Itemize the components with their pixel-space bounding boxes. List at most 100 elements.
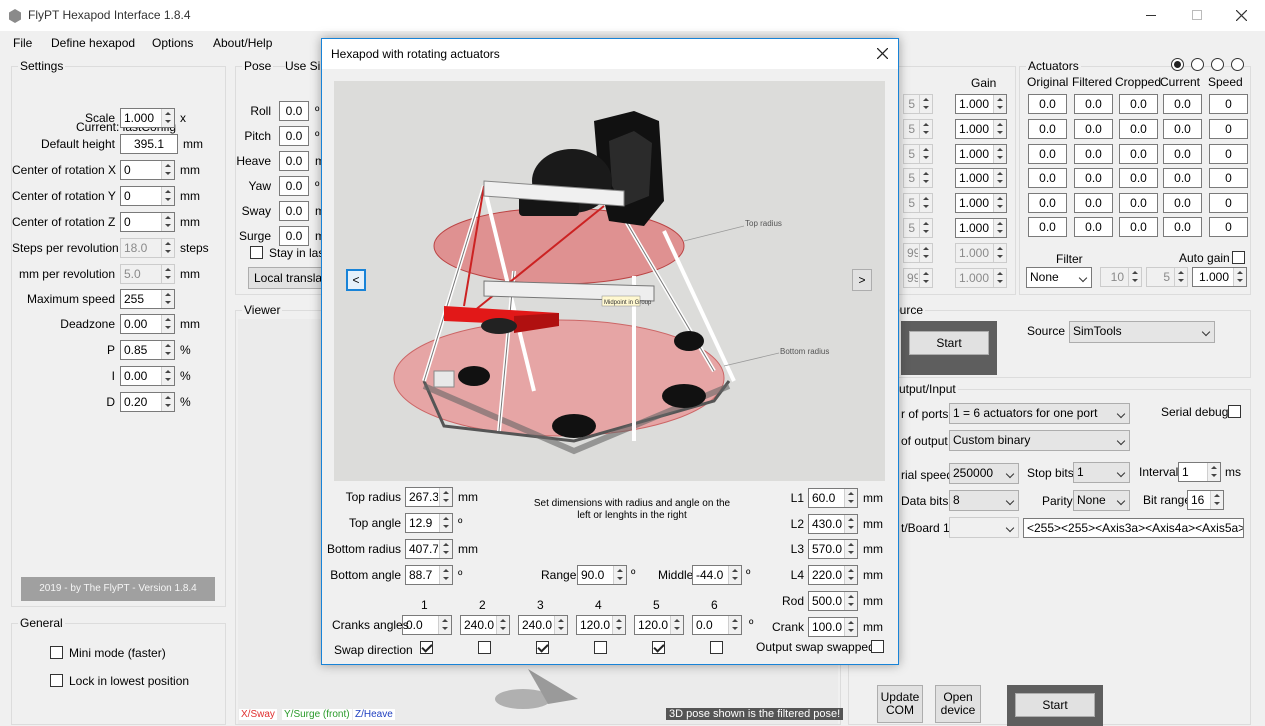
swap-direction-checkbox-6[interactable]: [710, 641, 723, 654]
stop-bits-select[interactable]: 1: [1073, 462, 1130, 483]
spin-arrows-icon[interactable]: [161, 393, 174, 411]
spin-arrows-icon[interactable]: [161, 367, 174, 385]
gain-filter-3[interactable]: 5: [903, 168, 933, 188]
serial-speed-select[interactable]: 250000: [949, 463, 1019, 484]
actuator-1-original[interactable]: 0.0: [1028, 119, 1067, 139]
settings-field-6[interactable]: 5.0: [120, 264, 175, 284]
auto-gain-input[interactable]: 1.000: [1192, 267, 1247, 287]
spin-arrows-icon[interactable]: [844, 566, 857, 584]
auto-gain-checkbox[interactable]: [1232, 251, 1245, 264]
maximize-button[interactable]: [1174, 0, 1220, 31]
settings-field-9[interactable]: 0.85: [120, 340, 175, 360]
spin-arrows-icon[interactable]: [919, 269, 932, 287]
settings-field-8[interactable]: 0.00: [120, 314, 175, 334]
spin-arrows-icon[interactable]: [993, 219, 1006, 237]
output-type-select[interactable]: Custom binary: [949, 430, 1130, 451]
spin-arrows-icon[interactable]: [161, 161, 174, 179]
board-string-input[interactable]: <255><255><Axis3a><Axis4a><Axis5a><Axis: [1023, 518, 1244, 538]
gain-value-1[interactable]: 1.000: [955, 119, 1007, 139]
spin-arrows-icon[interactable]: [161, 239, 174, 257]
dialog-right-field-0[interactable]: 60.0: [808, 488, 858, 508]
spin-arrows-icon[interactable]: [844, 618, 857, 636]
spin-arrows-icon[interactable]: [439, 566, 452, 584]
actuator-5-filtered[interactable]: 0.0: [1074, 217, 1113, 237]
dialog-right-field-1[interactable]: 430.0: [808, 514, 858, 534]
crank-angle-5[interactable]: 120.0: [634, 615, 684, 635]
output-start-button[interactable]: Start: [1015, 693, 1095, 717]
pose-field-0[interactable]: 0.0: [279, 101, 309, 121]
menu-options[interactable]: Options: [152, 36, 193, 50]
gain-value-4[interactable]: 1.000: [955, 193, 1007, 213]
dialog-close-button[interactable]: [867, 39, 898, 69]
spin-arrows-icon[interactable]: [919, 95, 932, 113]
settings-field-11[interactable]: 0.20: [120, 392, 175, 412]
spin-arrows-icon[interactable]: [844, 515, 857, 533]
actuator-3-original[interactable]: 0.0: [1028, 168, 1067, 188]
data-bits-select[interactable]: 8: [949, 490, 1019, 511]
spin-arrows-icon[interactable]: [993, 244, 1006, 262]
dialog-right-field-5[interactable]: 100.0: [808, 617, 858, 637]
actuator-view-radio-3[interactable]: [1211, 58, 1224, 71]
spin-arrows-icon[interactable]: [844, 489, 857, 507]
swap-direction-checkbox-1[interactable]: [420, 641, 433, 654]
settings-field-5[interactable]: 18.0: [120, 238, 175, 258]
actuator-5-speed[interactable]: 0: [1209, 217, 1248, 237]
pose-field-5[interactable]: 0.0: [279, 226, 309, 246]
spin-arrows-icon[interactable]: [993, 169, 1006, 187]
minimize-button[interactable]: [1128, 0, 1174, 31]
pose-field-2[interactable]: 0.0: [279, 151, 309, 171]
dialog-right-field-2[interactable]: 570.0: [808, 539, 858, 559]
settings-field-7[interactable]: 255: [120, 289, 175, 309]
spin-arrows-icon[interactable]: [919, 194, 932, 212]
actuator-4-speed[interactable]: 0: [1209, 193, 1248, 213]
actuator-2-speed[interactable]: 0: [1209, 144, 1248, 164]
swap-direction-checkbox-5[interactable]: [652, 641, 665, 654]
actuator-3-filtered[interactable]: 0.0: [1074, 168, 1113, 188]
update-com-button[interactable]: Update COM: [877, 685, 923, 723]
crank-angle-2[interactable]: 240.0: [460, 615, 510, 635]
actuator-5-current[interactable]: 0.0: [1163, 217, 1202, 237]
pose-field-1[interactable]: 0.0: [279, 126, 309, 146]
spin-arrows-icon[interactable]: [844, 540, 857, 558]
spin-arrows-icon[interactable]: [439, 514, 452, 532]
spin-arrows-icon[interactable]: [993, 95, 1006, 113]
actuator-3-current[interactable]: 0.0: [1163, 168, 1202, 188]
swap-direction-checkbox-3[interactable]: [536, 641, 549, 654]
gain-value-2[interactable]: 1.000: [955, 144, 1007, 164]
gain-value-3[interactable]: 1.000: [955, 168, 1007, 188]
actuator-2-filtered[interactable]: 0.0: [1074, 144, 1113, 164]
settings-field-10[interactable]: 0.00: [120, 366, 175, 386]
stay-in-last-checkbox[interactable]: [250, 246, 263, 259]
ports-select[interactable]: 1 = 6 actuators for one port: [949, 403, 1130, 424]
actuator-4-original[interactable]: 0.0: [1028, 193, 1067, 213]
filter-select[interactable]: None: [1026, 267, 1092, 288]
filter-param-a[interactable]: 10: [1100, 267, 1142, 287]
menu-define-hexapod[interactable]: Define hexapod: [51, 36, 135, 50]
settings-field-3[interactable]: 0: [120, 186, 175, 206]
parity-select[interactable]: None: [1073, 490, 1130, 511]
swap-direction-checkbox-2[interactable]: [478, 641, 491, 654]
actuator-2-current[interactable]: 0.0: [1163, 144, 1202, 164]
lock-lowest-checkbox[interactable]: [50, 674, 63, 687]
filter-param-b[interactable]: 5: [1146, 267, 1188, 287]
next-image-button[interactable]: >: [852, 269, 872, 291]
spin-arrows-icon[interactable]: [612, 616, 625, 634]
settings-field-4[interactable]: 0: [120, 212, 175, 232]
spin-arrows-icon[interactable]: [161, 290, 174, 308]
middle-input[interactable]: -44.0: [692, 565, 742, 585]
actuator-0-speed[interactable]: 0: [1209, 94, 1248, 114]
actuator-3-cropped[interactable]: 0.0: [1119, 168, 1158, 188]
gain-filter-5[interactable]: 5: [903, 218, 933, 238]
source-start-button[interactable]: Start: [909, 331, 989, 355]
spin-arrows-icon[interactable]: [161, 213, 174, 231]
actuator-0-cropped[interactable]: 0.0: [1119, 94, 1158, 114]
actuator-5-cropped[interactable]: 0.0: [1119, 217, 1158, 237]
crank-angle-3[interactable]: 240.0: [518, 615, 568, 635]
gain-value-0[interactable]: 1.000: [955, 94, 1007, 114]
spin-arrows-icon[interactable]: [161, 265, 174, 283]
gain-value-6[interactable]: 1.000: [955, 243, 1007, 263]
interval-input[interactable]: 1: [1178, 462, 1221, 482]
actuator-4-current[interactable]: 0.0: [1163, 193, 1202, 213]
actuator-0-original[interactable]: 0.0: [1028, 94, 1067, 114]
prev-image-button[interactable]: <: [346, 269, 366, 291]
